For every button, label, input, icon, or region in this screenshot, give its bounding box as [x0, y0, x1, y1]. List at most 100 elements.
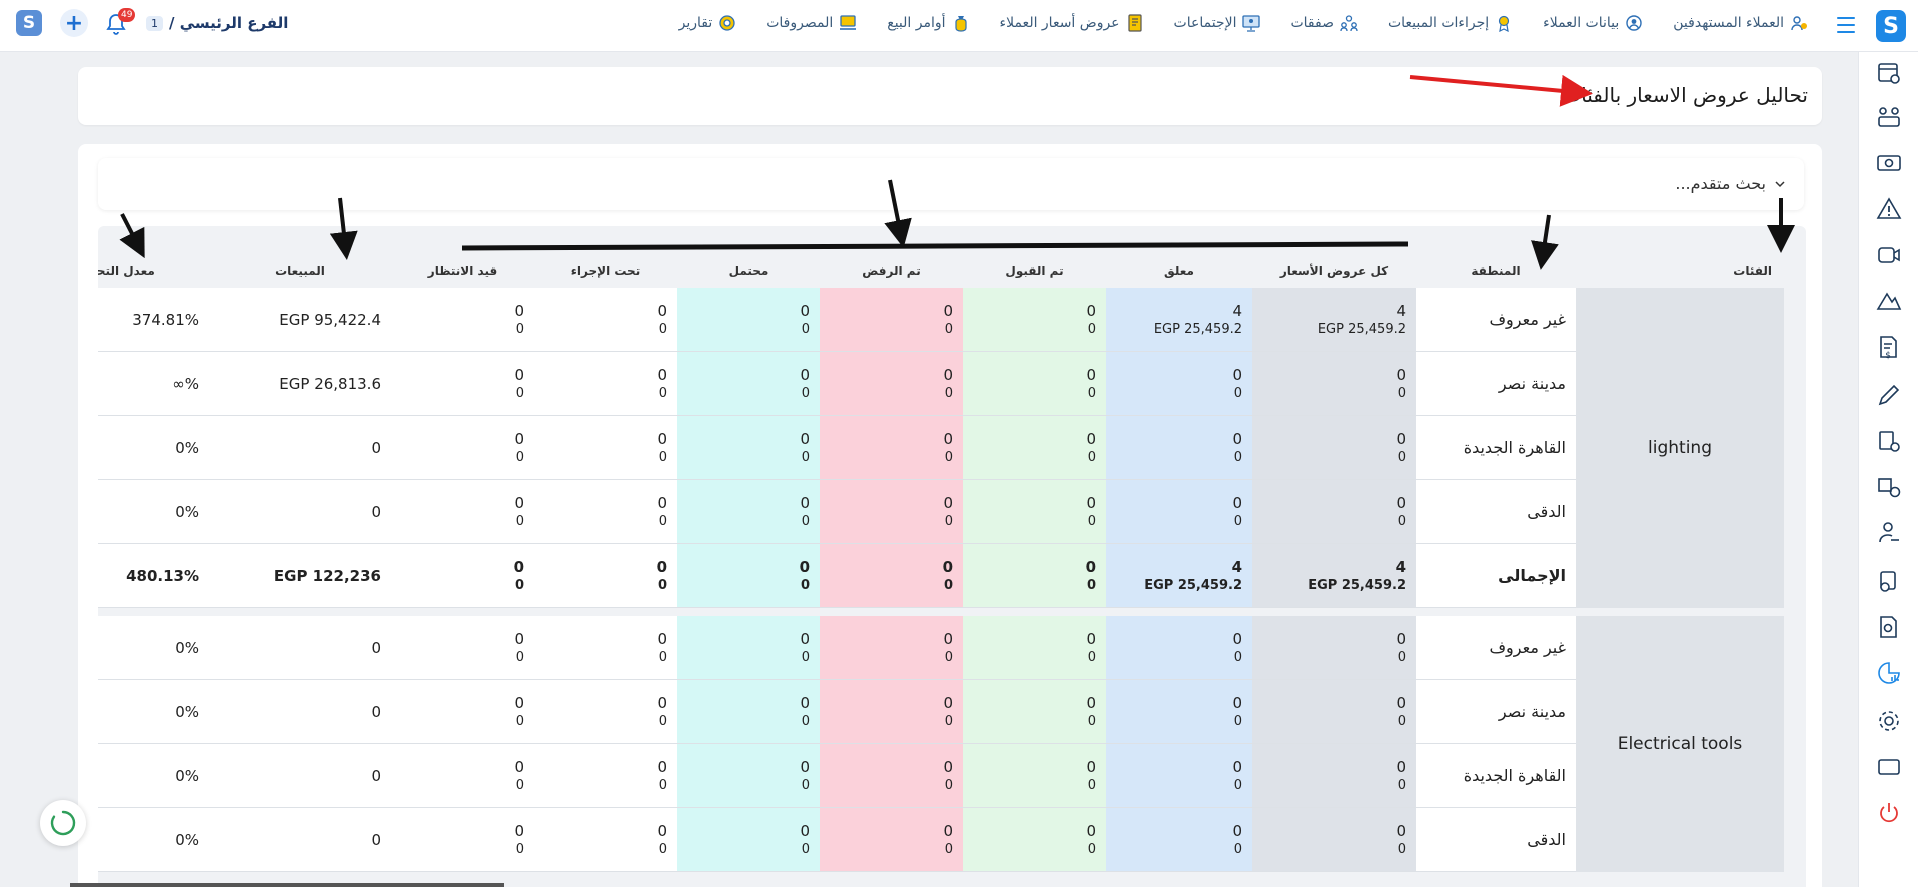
mountain-icon[interactable] — [1876, 288, 1902, 314]
secondary-logo[interactable]: S — [16, 10, 42, 36]
waiting-cell: 00 — [391, 288, 534, 352]
pending-cell: 00 — [1106, 416, 1252, 480]
nav-targeted-clients[interactable]: العملاء المستهدفين — [1673, 14, 1808, 32]
count-value: 0 — [1232, 821, 1242, 840]
horizontal-scrollbar[interactable] — [70, 883, 504, 887]
nav-deals[interactable]: صفقات — [1290, 14, 1358, 32]
count-value: 0 — [1232, 629, 1242, 648]
count-value: 0 — [943, 365, 953, 384]
amount-value: 0 — [944, 777, 953, 793]
accepted-cell: 00 — [963, 352, 1106, 416]
nav-reports[interactable]: تقارير — [679, 14, 737, 32]
amount-value: 0 — [800, 577, 810, 593]
nav-quotations[interactable]: عروض أسعار العملاء — [1000, 14, 1144, 32]
pending-cell: 4 EGP 25,459.2 — [1106, 288, 1252, 352]
warning-icon[interactable] — [1876, 196, 1902, 222]
count-value: 4 — [1395, 557, 1406, 576]
waiting-cell: 00 — [391, 480, 534, 544]
invoice-dollar-icon[interactable]: $ — [1876, 334, 1902, 360]
nav-meetings[interactable]: الإجتماعات — [1174, 14, 1261, 32]
sales-cell: 0 — [209, 616, 391, 680]
nav-label: الإجتماعات — [1173, 15, 1237, 31]
add-button[interactable]: + — [60, 9, 88, 37]
all-quotes-cell: 4 EGP 25,459.2 — [1252, 544, 1416, 608]
advanced-search-panel[interactable]: بحث متقدم... — [98, 158, 1804, 210]
nav-client-data[interactable]: بيانات العملاء — [1543, 14, 1643, 32]
amount-value: 0 — [1087, 449, 1096, 465]
count-value: 0 — [657, 757, 667, 776]
waiting-cell: 00 — [391, 416, 534, 480]
amount-value: 0 — [1087, 713, 1096, 729]
header-conversion-rate[interactable]: معدل التحويل — [98, 226, 209, 288]
header-rejected[interactable]: تم الرفض — [820, 226, 963, 288]
pen-icon[interactable] — [1876, 382, 1902, 408]
potential-cell: 00 — [677, 352, 820, 416]
accepted-cell: 00 — [963, 744, 1106, 808]
gear-icon[interactable] — [1876, 708, 1902, 734]
analytics-icon[interactable] — [1876, 660, 1902, 686]
count-value: 0 — [1086, 493, 1096, 512]
header-category[interactable]: الفئات — [1576, 226, 1784, 288]
money-icon[interactable] — [1876, 150, 1902, 176]
count-value: 0 — [1086, 365, 1096, 384]
count-value: 0 — [657, 365, 667, 384]
count-value: 0 — [943, 493, 953, 512]
amount-value: EGP 25,459.2 — [1308, 577, 1406, 593]
sales-cell: EGP 95,422.4 — [209, 288, 391, 352]
header-pending[interactable]: معلق — [1106, 226, 1252, 288]
title-card: تحاليل عروض الاسعار بالفئات — [78, 67, 1822, 125]
app-logo[interactable]: S — [1876, 10, 1906, 42]
nav-expenses[interactable]: المصروفات — [766, 14, 857, 32]
count-value: 0 — [942, 557, 953, 576]
count-value: 0 — [1232, 757, 1242, 776]
document-search-icon[interactable] — [1876, 614, 1902, 640]
conversion-rate-cell: 374.81% — [98, 288, 209, 352]
page-title: تحاليل عروض الاسعار بالفئات — [1562, 83, 1808, 107]
hamburger-menu-icon[interactable] — [1836, 15, 1856, 35]
header-in-process[interactable]: تحت الإجراء — [534, 226, 677, 288]
count-value: 4 — [1231, 557, 1242, 576]
header-all-quotes[interactable]: كل عروض الأسعار — [1252, 226, 1416, 288]
all-quotes-cell: 00 — [1252, 480, 1416, 544]
amount-value: 0 — [1397, 513, 1406, 529]
potential-cell: 00 — [677, 808, 820, 872]
window-icon[interactable] — [1876, 754, 1902, 780]
amount-value: 0 — [1087, 321, 1096, 337]
advanced-search-toggle[interactable]: بحث متقدم... — [1675, 174, 1786, 193]
table-row: مدينة نصر 0 0 0 0 0 0 0 0 0 0 0 0 0 0 EGP 26,813.6 %∞ — [98, 352, 1784, 416]
count-value: 0 — [1396, 821, 1406, 840]
header-accepted[interactable]: تم القبول — [963, 226, 1106, 288]
sales-cell: 0 — [209, 808, 391, 872]
cart-add-icon[interactable] — [1876, 568, 1902, 594]
header-potential[interactable]: محتمل — [677, 226, 820, 288]
amount-value: 0 — [1087, 649, 1096, 665]
video-icon[interactable] — [1876, 242, 1902, 268]
count-value: 0 — [943, 429, 953, 448]
amount-value: 0 — [1397, 449, 1406, 465]
table-row: القاهرة الجديدة 0 0 0 0 0 0 0 0 0 0 0 0 0 0 0 0% — [98, 416, 1784, 480]
user-hand-icon[interactable] — [1876, 520, 1902, 546]
top-bar: S العملاء المستهدفين بيانات العملاء إجرا… — [0, 0, 1918, 52]
nav-sales-orders[interactable]: أوامر البيع — [887, 14, 969, 32]
nav-sales-actions[interactable]: إجراءات المبيعات — [1388, 14, 1513, 32]
report-add-icon[interactable] — [1876, 428, 1902, 454]
shipping-settings-icon[interactable] — [1876, 474, 1902, 500]
count-value: 0 — [800, 821, 810, 840]
amount-value: 0 — [944, 385, 953, 401]
header-sales[interactable]: المبيعات — [209, 226, 391, 288]
pending-cell: 00 — [1106, 352, 1252, 416]
calendar-settings-icon[interactable] — [1876, 60, 1902, 86]
branch-selector[interactable]: 1 الفرع الرئيسي / — [146, 13, 288, 33]
all-quotes-cell: 4 EGP 25,459.2 — [1252, 288, 1416, 352]
header-region[interactable]: المنطقة — [1416, 226, 1576, 288]
amount-value: EGP 25,459.2 — [1153, 321, 1242, 337]
power-icon[interactable] — [1876, 800, 1902, 826]
count-value: 0 — [943, 757, 953, 776]
pending-cell: 4 EGP 25,459.2 — [1106, 544, 1252, 608]
region-cell: القاهرة الجديدة — [1416, 744, 1576, 808]
count-value: 0 — [1396, 757, 1406, 776]
team-icon[interactable] — [1876, 104, 1902, 130]
amount-value: 0 — [1397, 385, 1406, 401]
waiting-cell: 00 — [391, 680, 534, 744]
header-waiting[interactable]: قيد الانتظار — [391, 226, 534, 288]
